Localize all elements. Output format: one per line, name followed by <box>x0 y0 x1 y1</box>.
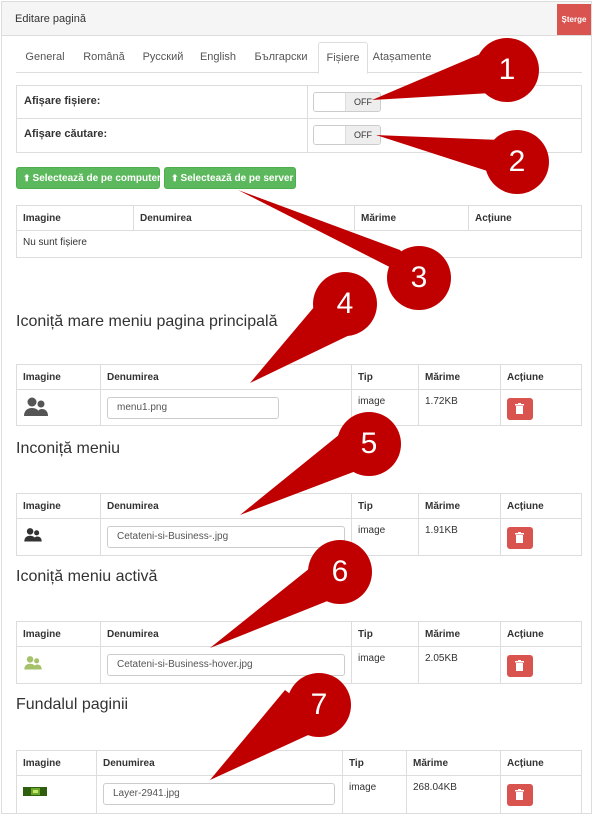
callout-number: 5 <box>337 412 401 476</box>
callout-number: 6 <box>308 540 372 604</box>
callout-number: 3 <box>387 246 451 310</box>
callout-number: 4 <box>313 272 377 336</box>
callout-number: 1 <box>475 38 539 102</box>
callout-number: 2 <box>485 130 549 194</box>
callout-number: 7 <box>287 673 351 737</box>
